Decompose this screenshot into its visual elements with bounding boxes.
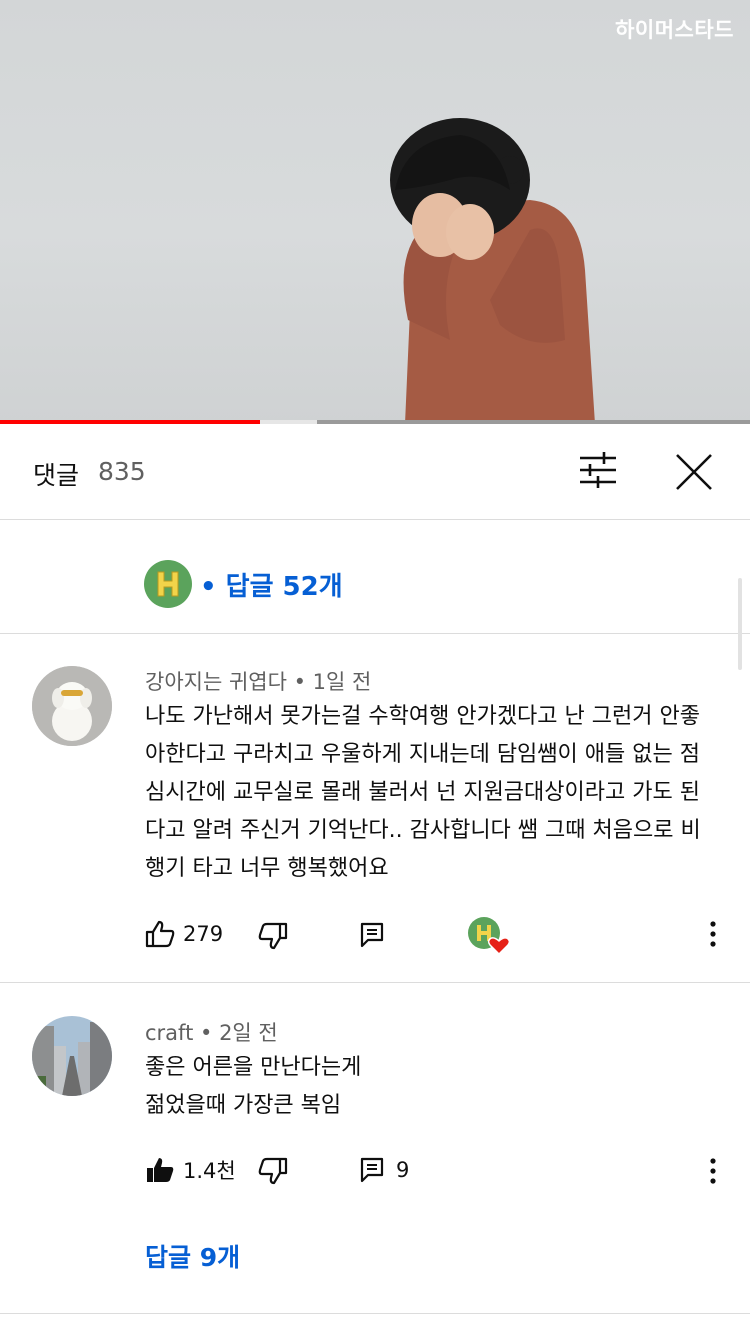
comment-time: 1일 전	[312, 670, 372, 694]
comment-text: 좋은 어른을 만난다는게 젊었을때 가장큰 복임	[145, 1049, 720, 1125]
creator-replies-row[interactable]: • 답글 52개	[0, 520, 750, 634]
sort-button[interactable]	[576, 450, 620, 490]
view-replies-button[interactable]: 답글 9개	[145, 1238, 240, 1274]
dislike-button[interactable]	[258, 922, 288, 950]
sort-sliders-icon	[580, 452, 616, 488]
more-options-button[interactable]	[704, 1157, 722, 1185]
comments-title: 댓글	[33, 461, 80, 490]
comment-author[interactable]: craft	[145, 1021, 193, 1045]
close-icon	[676, 454, 712, 490]
comment-line: 다고 알려 주신거 기억난다.. 감사합니다 쌤 그때 처음으로 비	[145, 818, 701, 843]
comment-line: 좋은 어른을 만난다는게	[145, 1055, 362, 1080]
divider	[0, 1313, 750, 1314]
comment-line: 나도 가난해서 못가는걸 수학여행 안가겠다고 난 그런거 안좋	[145, 704, 700, 729]
comment-reply-icon	[360, 1157, 384, 1183]
more-vertical-icon	[710, 1158, 716, 1184]
comment-meta: 강아지는 귀엽다 • 1일 전	[145, 670, 372, 694]
video-player[interactable]: 하이머스타드	[0, 0, 750, 424]
more-options-button[interactable]	[704, 920, 722, 948]
comments-header: 댓글 835	[0, 424, 750, 520]
comment-line: 행기 타고 너무 행복했어요	[145, 856, 389, 881]
avatar[interactable]	[32, 1016, 112, 1096]
like-count: 1.4천	[183, 1159, 236, 1183]
like-button[interactable]: 279	[145, 920, 223, 948]
creator-reply-count[interactable]: • 답글 52개	[200, 566, 343, 603]
comment-text: 나도 가난해서 못가는걸 수학여행 안가겠다고 난 그런거 안좋 아한다고 구라…	[145, 698, 720, 888]
dislike-button[interactable]	[258, 1157, 288, 1185]
close-button[interactable]	[672, 450, 716, 494]
video-frame-person	[390, 118, 595, 424]
thumbs-up-icon	[145, 920, 175, 948]
thumbs-down-icon	[258, 922, 288, 950]
creator-heart-badge	[467, 916, 511, 956]
comment-line: 젊었을때 가장큰 복임	[145, 1093, 342, 1118]
creator-logo-icon	[157, 571, 179, 597]
avatar[interactable]	[32, 666, 112, 746]
channel-watermark: 하이머스타드	[615, 18, 734, 42]
creator-heart-icon	[468, 917, 511, 956]
creator-avatar	[144, 560, 192, 608]
comment-author[interactable]: 강아지는 귀엽다	[145, 670, 287, 694]
thumbs-up-filled-icon	[147, 1158, 174, 1182]
comment-reply-icon	[360, 922, 384, 948]
reply-button[interactable]	[360, 922, 384, 948]
reply-button[interactable]: 9	[360, 1157, 409, 1183]
dog-avatar-icon	[32, 666, 112, 746]
comment-time: 2일 전	[219, 1021, 278, 1045]
reply-count: 9	[396, 1158, 410, 1182]
comment-line: 심시간에 교무실로 몰래 불러서 넌 지원금대상이라고 가도 된	[145, 780, 700, 805]
more-vertical-icon	[710, 921, 716, 947]
like-count: 279	[183, 922, 224, 946]
comments-count: 835	[98, 457, 146, 486]
city-street-avatar-icon	[32, 1016, 112, 1096]
comment-line: 아한다고 구라치고 우울하게 지내는데 담임쌤이 애들 없는 점	[145, 742, 700, 767]
comment-meta: craft • 2일 전	[145, 1021, 278, 1045]
like-button[interactable]: 1.4천	[145, 1155, 236, 1185]
comment-item: 강아지는 귀엽다 • 1일 전 나도 가난해서 못가는걸 수학여행 안가겠다고 …	[0, 634, 750, 982]
comment-item: craft • 2일 전 좋은 어른을 만난다는게 젊었을때 가장큰 복임 1.…	[0, 983, 750, 1313]
thumbs-down-icon	[258, 1157, 288, 1185]
